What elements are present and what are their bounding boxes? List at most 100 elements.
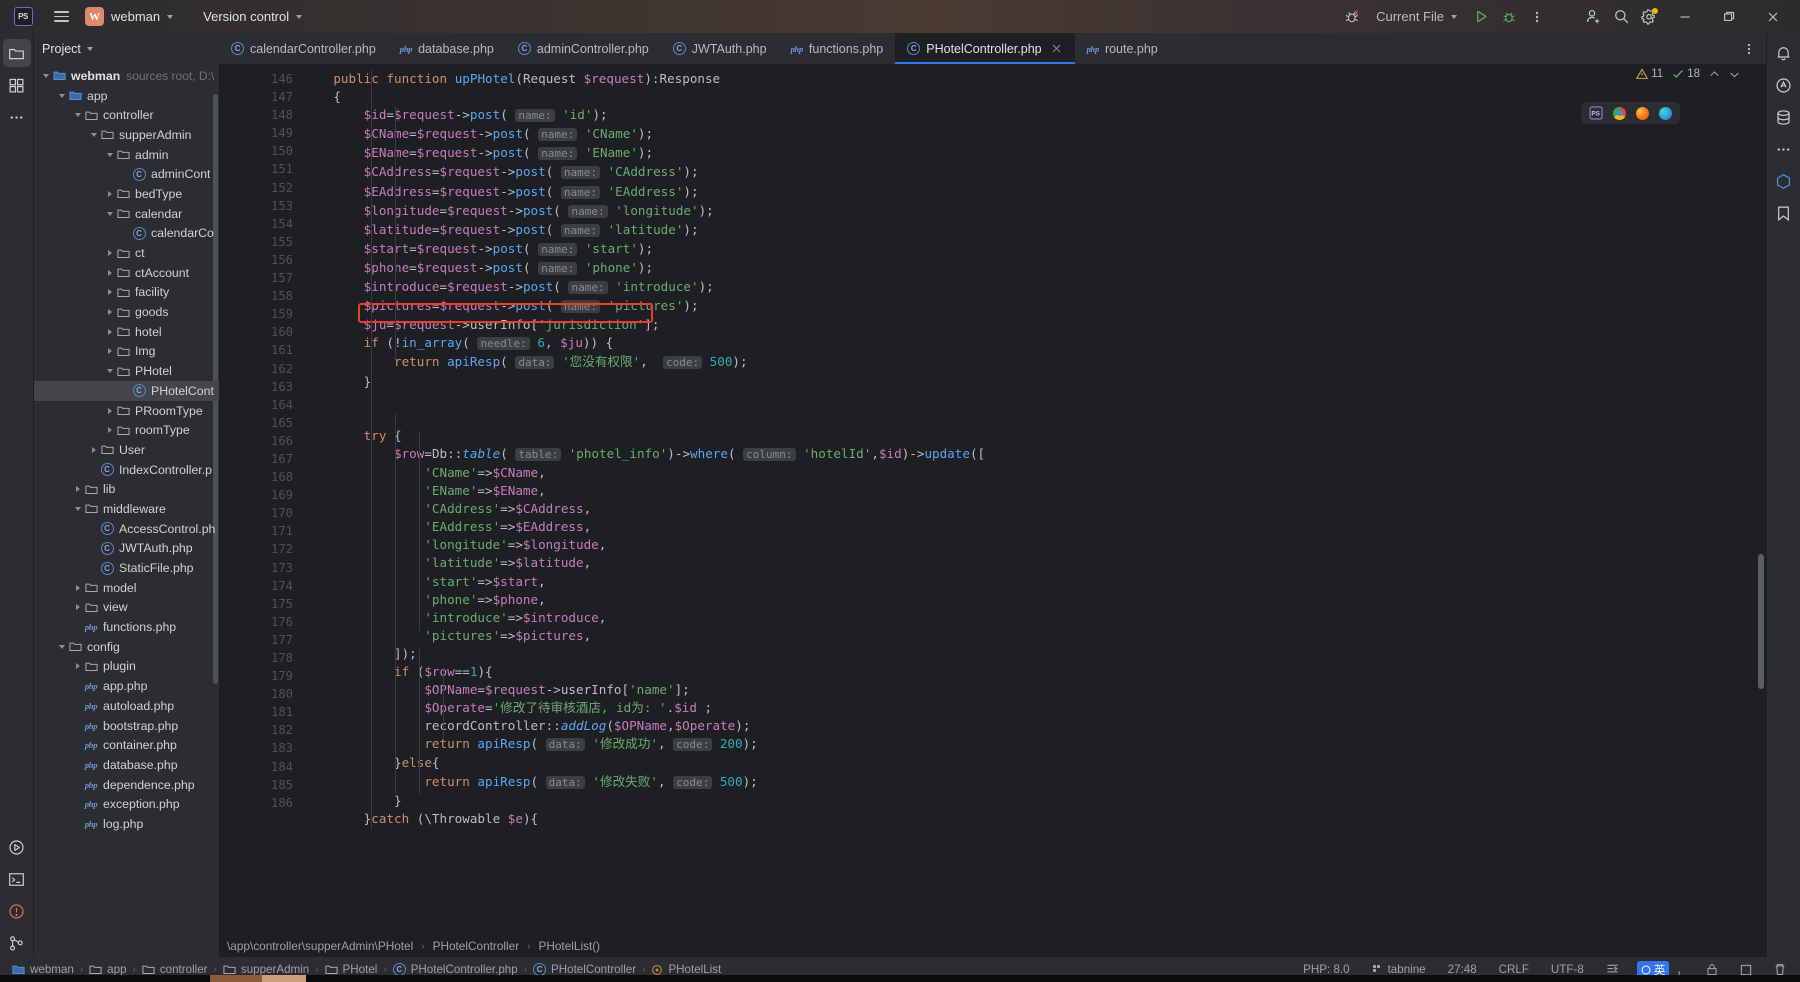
project-selector[interactable]: W webman bbox=[80, 4, 181, 29]
version-control-menu[interactable]: Version control bbox=[195, 6, 310, 27]
editor-vertical-scrollbar[interactable] bbox=[1758, 554, 1764, 689]
chevron-down-icon[interactable] bbox=[56, 93, 67, 98]
tree-item-bedtype[interactable]: bedType bbox=[34, 184, 219, 204]
tree-item-indexcontroller-p[interactable]: C IndexController.p bbox=[34, 460, 219, 480]
more-tool-icon[interactable] bbox=[3, 103, 31, 131]
tree-item-dependence-php[interactable]: php dependence.php bbox=[34, 775, 219, 795]
editor-tab-functions-php[interactable]: php functions.php bbox=[779, 33, 896, 64]
code-content-pane[interactable]: public function upPHotel(Request $reques… bbox=[303, 64, 1766, 935]
tree-item-user[interactable]: User bbox=[34, 440, 219, 460]
edge-browser-icon[interactable] bbox=[1659, 106, 1672, 120]
tree-item-ct[interactable]: ct bbox=[34, 243, 219, 263]
source-code[interactable]: public function upPHotel(Request $reques… bbox=[303, 70, 1766, 828]
editor-tab-admincontroller-php[interactable]: CadminController.php bbox=[506, 33, 661, 64]
terminal-tool-icon[interactable] bbox=[3, 865, 31, 893]
chevron-down-icon[interactable] bbox=[56, 644, 67, 649]
tree-item-photelcont[interactable]: C PHotelCont bbox=[34, 381, 219, 401]
hamburger-menu-icon[interactable] bbox=[48, 4, 74, 30]
chevron-down-icon[interactable] bbox=[104, 369, 115, 374]
editor-tab-route-php[interactable]: php route.php bbox=[1075, 33, 1170, 64]
breadcrumb-item[interactable]: PHotelList() bbox=[535, 938, 603, 954]
more-vertical-icon[interactable] bbox=[1524, 4, 1550, 30]
settings-gear-icon[interactable] bbox=[1636, 4, 1662, 30]
tree-item-middleware[interactable]: middleware bbox=[34, 499, 219, 519]
code-editor[interactable]: 11 18 PS 146 147 148 149 150 151 152 153… bbox=[219, 64, 1766, 935]
editor-tab-photelcontroller-php[interactable]: C PHotelController.php bbox=[895, 33, 1075, 64]
maximize-restore-icon[interactable] bbox=[1708, 0, 1750, 33]
phpstorm-preview-icon[interactable]: PS bbox=[1589, 106, 1603, 120]
commit-tool-icon[interactable] bbox=[3, 71, 31, 99]
chevron-right-icon[interactable] bbox=[104, 250, 115, 257]
chevron-right-icon[interactable] bbox=[104, 309, 115, 316]
tree-item-view[interactable]: view bbox=[34, 598, 219, 618]
run-tool-icon[interactable] bbox=[3, 833, 31, 861]
chevron-right-icon[interactable] bbox=[104, 289, 115, 296]
tree-item-ctaccount[interactable]: ctAccount bbox=[34, 263, 219, 283]
tree-item-model[interactable]: model bbox=[34, 578, 219, 598]
tree-item-goods[interactable]: goods bbox=[34, 302, 219, 322]
tree-item-bootstrap-php[interactable]: php bootstrap.php bbox=[34, 716, 219, 736]
search-icon[interactable] bbox=[1608, 4, 1634, 30]
tree-item-admincont[interactable]: CadminCont bbox=[34, 164, 219, 184]
run-configuration-selector[interactable]: Current File bbox=[1367, 6, 1466, 27]
tree-item-app[interactable]: app bbox=[34, 86, 219, 106]
chevron-down-icon[interactable] bbox=[88, 132, 99, 137]
tree-item-autoload-php[interactable]: php autoload.php bbox=[34, 696, 219, 716]
chevron-right-icon[interactable] bbox=[72, 604, 83, 611]
tree-item-plugin[interactable]: plugin bbox=[34, 657, 219, 677]
inspection-expand-icons[interactable] bbox=[1709, 69, 1720, 80]
chevron-right-icon[interactable] bbox=[104, 190, 115, 197]
git-tool-icon[interactable] bbox=[3, 929, 31, 957]
notifications-icon[interactable] bbox=[1770, 39, 1798, 67]
chevron-down-icon[interactable] bbox=[72, 113, 83, 118]
tree-item-photel[interactable]: PHotel bbox=[34, 361, 219, 381]
tree-item-proomtype[interactable]: PRoomType bbox=[34, 401, 219, 421]
bookmarks-icon[interactable] bbox=[1770, 199, 1798, 227]
tree-item-database-php[interactable]: php database.php bbox=[34, 755, 219, 775]
tree-item-calendar[interactable]: calendar bbox=[34, 204, 219, 224]
run-icon[interactable] bbox=[1468, 4, 1494, 30]
chevron-right-icon[interactable] bbox=[104, 407, 115, 414]
tree-item-supperadmin[interactable]: supperAdmin bbox=[34, 125, 219, 145]
chevron-right-icon[interactable] bbox=[88, 446, 99, 453]
chrome-browser-icon[interactable] bbox=[1613, 106, 1626, 120]
tree-item-facility[interactable]: facility bbox=[34, 283, 219, 303]
inspection-ok[interactable]: 18 bbox=[1672, 68, 1700, 80]
editor-tab-calendarcontroller-php[interactable]: CcalendarController.php bbox=[219, 33, 388, 64]
tree-item-lib[interactable]: lib bbox=[34, 479, 219, 499]
chevron-down-icon[interactable] bbox=[40, 73, 51, 78]
chevron-right-icon[interactable] bbox=[104, 427, 115, 434]
tree-item-hotel[interactable]: hotel bbox=[34, 322, 219, 342]
inspection-warnings[interactable]: 11 bbox=[1636, 68, 1663, 80]
tree-item-log-php[interactable]: php log.php bbox=[34, 814, 219, 834]
firefox-browser-icon[interactable] bbox=[1636, 106, 1649, 120]
chevron-down-icon[interactable] bbox=[104, 152, 115, 157]
project-tool-icon[interactable] bbox=[2, 39, 31, 67]
chevron-right-icon[interactable] bbox=[72, 663, 83, 670]
tree-item-functions-php[interactable]: php functions.php bbox=[34, 617, 219, 637]
chevron-right-icon[interactable] bbox=[104, 348, 115, 355]
tree-item-admin[interactable]: admin bbox=[34, 145, 219, 165]
debug-with-error-icon[interactable]: x bbox=[1339, 4, 1365, 30]
tree-item-exception-php[interactable]: php exception.php bbox=[34, 794, 219, 814]
project-tree[interactable]: webman sources root, D:\ app controller supp… bbox=[34, 64, 219, 957]
tree-item-img[interactable]: Img bbox=[34, 342, 219, 362]
tree-item-staticfile-php[interactable]: C StaticFile.php bbox=[34, 558, 219, 578]
inspection-widget[interactable]: 11 18 bbox=[1636, 68, 1740, 80]
tree-item-calendarco[interactable]: CcalendarCo bbox=[34, 224, 219, 244]
chevron-right-icon[interactable] bbox=[104, 269, 115, 276]
problems-tool-icon[interactable] bbox=[3, 897, 31, 925]
database-icon[interactable] bbox=[1770, 103, 1798, 131]
chevron-right-icon[interactable] bbox=[104, 328, 115, 335]
tab-list-options-icon[interactable] bbox=[1732, 33, 1766, 64]
ai-assistant-icon[interactable] bbox=[1770, 71, 1798, 99]
phpstorm-logo-icon[interactable]: PS bbox=[10, 4, 36, 30]
tree-item-app-php[interactable]: php app.php bbox=[34, 676, 219, 696]
breadcrumb-item[interactable]: PHotelController bbox=[430, 938, 523, 954]
chevron-down-icon[interactable] bbox=[72, 506, 83, 511]
inspection-collapse-icon[interactable] bbox=[1729, 69, 1740, 80]
close-tab-icon[interactable] bbox=[1050, 42, 1063, 55]
project-panel-header[interactable]: Project bbox=[34, 33, 219, 64]
chevron-right-icon[interactable] bbox=[72, 584, 83, 591]
tree-item-controller[interactable]: controller bbox=[34, 105, 219, 125]
